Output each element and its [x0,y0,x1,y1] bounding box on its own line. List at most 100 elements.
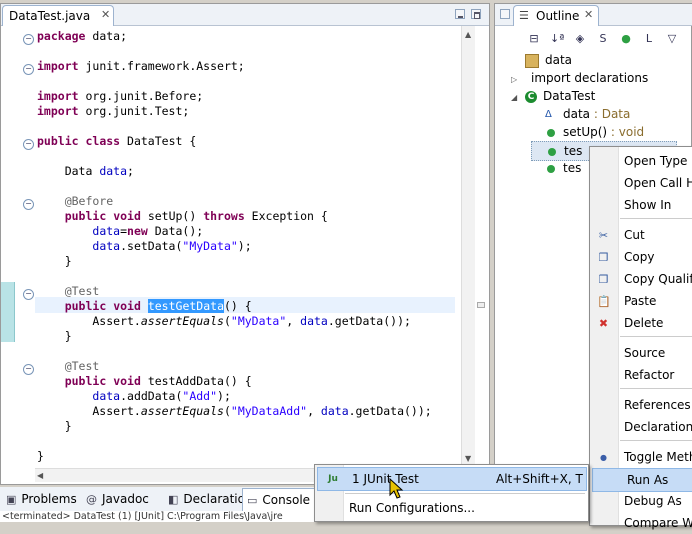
field-icon: Δ [545,108,552,120]
code-line: data.setData("MyData"); [37,239,251,254]
menu-item-open-type-hi[interactable]: Open Type Hi [590,150,692,172]
run-configurations-menu-item[interactable]: Run Configurations... [315,497,586,519]
outline-item[interactable]: ▷ import declarations [511,69,675,87]
outline-item-label: data [545,53,573,67]
menu-item-declarations[interactable]: Declarations [590,416,692,438]
restore-icon[interactable] [500,9,510,19]
editor-vertical-scrollbar[interactable]: ▲ ▼ [461,26,475,468]
code-token: .getData()); [327,314,411,328]
scroll-up-icon[interactable]: ▲ [465,30,471,39]
code-line: import junit.framework.Assert; [37,59,245,74]
junit-test-menu-item[interactable]: Ju 1 JUnit Test Alt+Shift+X, T [317,467,587,491]
code-token: void [113,299,141,313]
fold-icon[interactable]: − [23,64,34,75]
hide-static-icon[interactable]: S [596,32,610,46]
menu-item-paste[interactable]: 📋 Paste [590,290,692,312]
bottom-tab-problems[interactable]: ▣ Problems [2,488,84,510]
hide-local-types-icon[interactable]: L [642,32,656,46]
fold-icon[interactable]: − [23,199,34,210]
menu-item-show-in[interactable]: Show In [590,194,692,216]
code-token: } [37,329,72,343]
hide-fields-icon[interactable]: ◈ [573,32,587,46]
code-token: org.junit.Test; [78,104,190,118]
code-token: void [113,374,141,388]
code-token: () { [224,299,252,313]
hide-nonpublic-icon[interactable]: ● [619,32,633,46]
code-line: public void testAddData() { [37,374,252,389]
code-token: public [64,374,107,388]
menu-item-source[interactable]: Source [590,342,692,364]
menu-item-copy[interactable]: ❐ Copy [590,246,692,268]
editor-tab-datatest[interactable]: DataTest.java ✕ [2,5,114,26]
menu-item-compare-with[interactable]: Compare With [590,512,692,534]
code-line: import org.junit.Before; [37,89,203,104]
outline-item[interactable]: data [511,51,675,69]
editor-tab-title: DataTest.java [9,9,91,23]
menu-item-label: Declarations [624,420,692,434]
code-token: public [64,209,107,223]
code-token: Assert. [37,404,141,418]
view-menu-icon[interactable]: ▽ [665,32,679,46]
menu-item-toggle-meth[interactable]: ● Toggle Meth [590,446,692,468]
outline-item[interactable]: Δdata : Data [531,105,675,123]
outline-item-type: : Data [590,107,631,121]
menu-item-open-call-hi[interactable]: Open Call Hi [590,172,692,194]
class-icon: C [525,90,537,103]
close-icon[interactable]: ✕ [101,8,110,21]
minimize-icon[interactable] [455,9,465,19]
code-token: "MyData" [182,239,238,253]
menu-item-references[interactable]: References [590,394,692,416]
context-menu: Open Type Hi Open Call Hi Show In ✂ Cut ❐ Copy… [589,146,692,530]
maximize-icon[interactable] [471,9,481,19]
fold-icon[interactable]: − [23,34,34,45]
code-token: Data [37,164,100,178]
menu-item-refactor[interactable]: Refactor [590,364,692,386]
outline-item-label: tes [563,161,582,175]
outline-item[interactable]: ◢ C DataTest [511,87,675,105]
fold-icon[interactable]: − [23,289,34,300]
menu-item-run-as[interactable]: Run As [592,468,692,492]
menu-item-cut[interactable]: ✂ Cut [590,224,692,246]
code-token: public [37,134,79,148]
sort-icon[interactable]: ↓ª [550,32,564,46]
bottom-tab-declaration[interactable]: ◧ Declaration [164,488,253,510]
menu-item-label: Run Configurations... [349,501,475,515]
menu-item-label: 1 JUnit Test [352,472,419,486]
scroll-left-icon[interactable]: ◀ [37,471,43,480]
scroll-down-icon[interactable]: ▼ [465,454,471,463]
fold-icon[interactable]: − [23,139,34,150]
fold-icon[interactable]: − [23,364,34,375]
collapse-all-icon[interactable]: ⊟ [527,32,541,46]
code-line: package data; [37,29,127,44]
code-token: @Before [37,194,114,208]
code-token: data [92,224,121,238]
menu-item-label: Refactor [624,368,675,382]
problems-icon: ▣ [6,493,17,506]
outline-tab[interactable]: ☰ Outline ✕ [513,5,599,26]
code-token: ( [223,314,231,328]
method-icon [547,164,555,173]
code-token: junit.framework.Assert; [78,59,245,73]
close-icon[interactable]: ✕ [584,8,593,21]
menu-item-label: Run As [627,473,669,487]
delete-icon: ✖ [598,317,609,330]
method-icon [548,147,556,156]
menu-item-label: Show In [624,198,672,212]
code-token: data [99,164,128,178]
code-token: assertEquals [140,404,224,418]
outline-item-type: : void [607,125,645,139]
editor-panel: DataTest.java ✕ − − − − − − package data… [0,3,490,485]
menu-item-label: Paste [624,294,657,308]
menu-item-debug-as[interactable]: Debug As [590,490,692,512]
menu-item-delete[interactable]: ✖ Delete [590,312,692,334]
menu-item-copy-qualifie[interactable]: ❐ Copy Qualifie [590,268,692,290]
expand-icon[interactable]: ◢ [511,89,525,107]
javadoc-icon: @ [86,493,97,506]
outline-item[interactable]: setUp() : void [531,123,675,141]
menu-item-label: Source [624,346,666,360]
menu-item-label: Toggle Meth [624,450,692,464]
bottom-tab-javadoc[interactable]: @ Javadoc [82,488,156,510]
bottom-tab-console[interactable]: ▭Console✕ [242,488,328,511]
copy-icon: ❐ [598,251,609,264]
